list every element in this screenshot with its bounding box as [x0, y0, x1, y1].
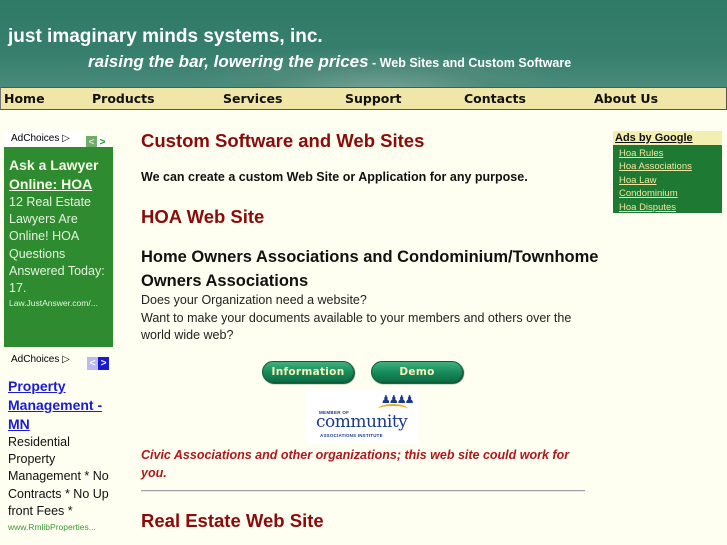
chevron-right-icon[interactable]: > [98, 357, 109, 370]
nav-products[interactable]: Products [92, 91, 155, 106]
adchoices-label[interactable]: AdChoices ▷ [4, 131, 84, 148]
ad-title-link[interactable]: Online: HOA [9, 176, 92, 192]
ad-body[interactable]: Ask a Lawyer Online: HOA 12 Real Estate … [4, 147, 113, 347]
ad-link[interactable]: Hoa Disputes [619, 201, 722, 214]
ad-title-link[interactable]: Property Management - MN [8, 378, 102, 432]
nav-contacts[interactable]: Contacts [464, 91, 526, 106]
ads-by-google: Ads by Google Hoa Rules Hoa Associations… [613, 131, 722, 213]
divider [141, 490, 585, 492]
people-icon: ♟♟♟♟ [381, 394, 414, 406]
ad-url[interactable]: Law.JustAnswer.com/... [9, 298, 108, 308]
hoa-subheading: Home Owners Associations and Condominium… [141, 248, 599, 290]
ad-link[interactable]: Hoa Law [619, 174, 722, 187]
ad-nav-arrows: < > [87, 353, 109, 371]
civic-note: Civic Associations and other organizatio… [141, 448, 570, 480]
ad-unit-lawyer: AdChoices ▷ < > Ask a Lawyer Online: HOA … [4, 131, 113, 347]
company-name: just imaginary minds systems, inc. [8, 26, 323, 47]
ad-title[interactable]: Ask a Lawyer Online: HOA [9, 156, 108, 194]
real-estate-heading: Real Estate Web Site [141, 510, 324, 531]
intro-text: We can create a custom Web Site or Appli… [141, 170, 528, 184]
ad-description: 12 Real Estate Lawyers Are Online! HOA Q… [9, 195, 105, 296]
nav-about-us[interactable]: About Us [594, 91, 658, 106]
ad-link[interactable]: Hoa Rules [619, 147, 722, 160]
community-associations-institute-logo[interactable]: ♟♟♟♟ MEMBER OF community ASSOCIATIONS IN… [306, 390, 418, 444]
slogan: raising the bar, lowering the prices [88, 52, 369, 71]
nav-services[interactable]: Services [223, 91, 282, 106]
adchoices-icon: ▷ [62, 354, 70, 365]
chevron-left-icon[interactable]: < [87, 357, 98, 370]
ads-by-google-header[interactable]: Ads by Google [613, 131, 722, 145]
tagline: raising the bar, lowering the prices - W… [88, 52, 571, 72]
ad-link[interactable]: Condominium [619, 187, 722, 200]
site-banner: just imaginary minds systems, inc. raisi… [0, 0, 727, 88]
nav-home[interactable]: Home [4, 91, 45, 106]
main-nav: Home Products Services Support Contacts … [0, 87, 727, 110]
ad-links: Hoa Rules Hoa Associations Hoa Law Condo… [613, 145, 722, 213]
hoa-heading: HOA Web Site [141, 206, 265, 227]
tagline-subtitle: - Web Sites and Custom Software [368, 56, 572, 70]
page-title: Custom Software and Web Sites [141, 130, 425, 151]
nav-support[interactable]: Support [345, 91, 402, 106]
hoa-paragraph: Does your Organization need a website? W… [141, 293, 572, 342]
ad-body: Property Management - MN Residential Pro… [8, 377, 118, 532]
adchoices-icon: ▷ [62, 133, 70, 144]
ad-description: Residential Property Management * No Con… [8, 435, 109, 518]
ad-title[interactable]: Property Management - MN [8, 377, 118, 434]
demo-button[interactable]: Demo [371, 361, 463, 383]
adchoices-label[interactable]: AdChoices ▷ [4, 352, 84, 369]
ad-link[interactable]: Hoa Associations [619, 160, 722, 173]
ad-url[interactable]: www.RmlibProperties... [8, 522, 118, 532]
information-button[interactable]: Information [262, 361, 354, 383]
